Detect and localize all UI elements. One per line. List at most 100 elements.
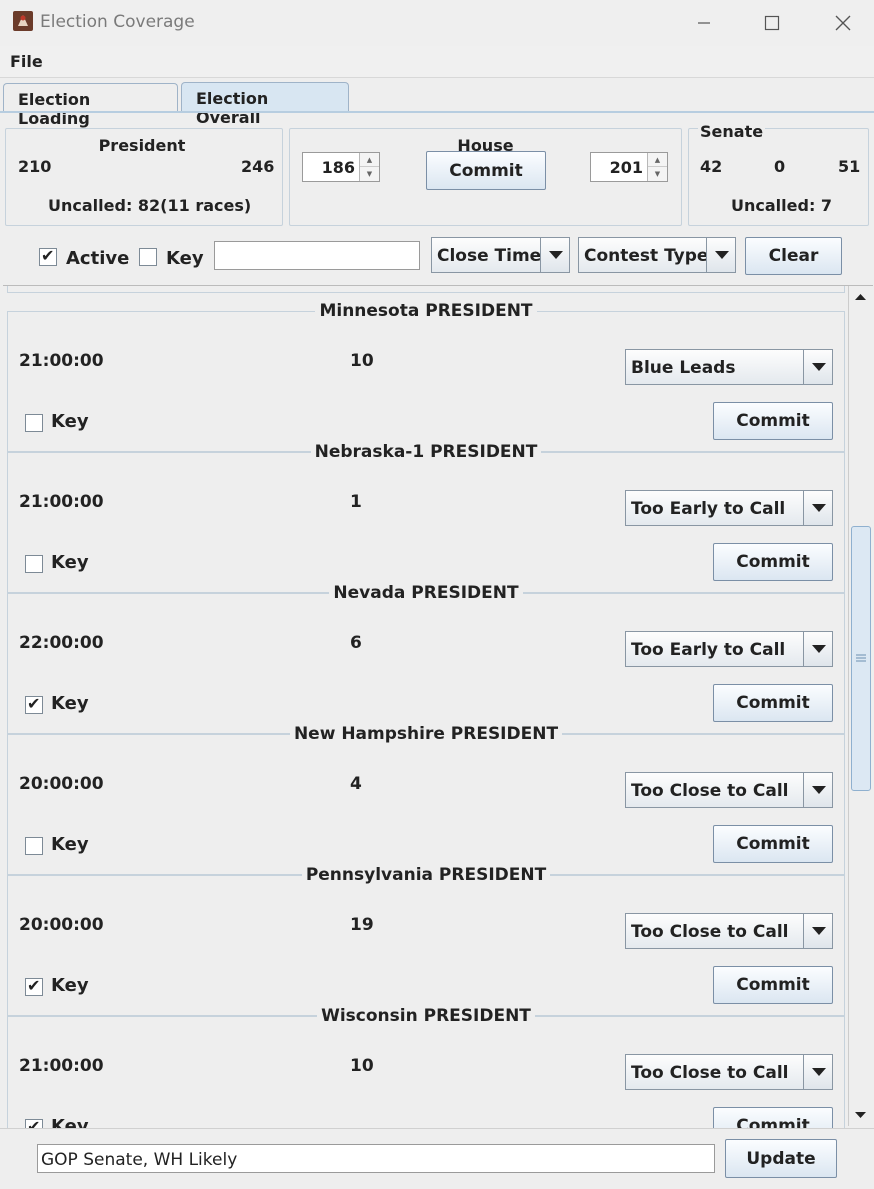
race-list[interactable]: Minnesota PRESIDENT 21:00:00 10 Blue Lea…: [3, 285, 873, 1128]
race-status-dropdown[interactable]: Too Early to Call: [625, 490, 833, 526]
race-electoral-votes: 10: [350, 1056, 374, 1076]
race-key-checkbox[interactable]: [25, 555, 43, 573]
vertical-scrollbar[interactable]: [848, 286, 872, 1126]
race-title: Wisconsin PRESIDENT: [317, 1006, 535, 1026]
race-title: New Hampshire PRESIDENT: [289, 724, 563, 744]
race-status-dropdown[interactable]: Too Close to Call: [625, 772, 833, 808]
race-status-dropdown[interactable]: Too Early to Call: [625, 631, 833, 667]
senate-uncalled: Uncalled: 7: [731, 196, 833, 215]
house-dem-spinner[interactable]: 186 ▲ ▼: [302, 152, 380, 182]
close-time-dropdown[interactable]: Close Time: [431, 237, 570, 273]
app-java-icon: [12, 10, 34, 32]
spinner-up-icon[interactable]: ▲: [648, 153, 667, 167]
race-panel: Wisconsin PRESIDENT 21:00:00 10 Too Clos…: [7, 1006, 845, 1128]
headline-input[interactable]: GOP Senate, WH Likely: [37, 1144, 715, 1173]
race-panel: New Hampshire PRESIDENT 20:00:00 4 Too C…: [7, 724, 845, 875]
race-commit-button[interactable]: Commit: [713, 825, 833, 863]
senate-panel: Senate 42 0 51 Uncalled: 7: [688, 122, 869, 226]
race-commit-button[interactable]: Commit: [713, 402, 833, 440]
chevron-down-icon[interactable]: [803, 914, 832, 948]
chevron-down-icon[interactable]: [706, 238, 735, 272]
race-commit-button[interactable]: Commit: [713, 966, 833, 1004]
spinner-up-icon[interactable]: ▲: [360, 153, 379, 167]
president-panel: President 210 246 Uncalled: 82(11 races): [5, 128, 283, 226]
race-close-time: 20:00:00: [19, 774, 104, 794]
race-panel: Pennsylvania PRESIDENT 20:00:00 19 Too C…: [7, 865, 845, 1016]
race-electoral-votes: 19: [350, 915, 374, 935]
president-gop-count: 246: [241, 157, 275, 176]
race-commit-button[interactable]: Commit: [713, 1107, 833, 1128]
race-electoral-votes: 1: [350, 492, 362, 512]
chevron-down-icon[interactable]: [803, 491, 832, 525]
race-panel: Nevada PRESIDENT 22:00:00 6 Too Early to…: [7, 583, 845, 734]
race-panel: Minnesota PRESIDENT 21:00:00 10 Blue Lea…: [7, 301, 845, 452]
window-title: Election Coverage: [40, 12, 195, 32]
president-title: President: [98, 136, 186, 155]
chevron-down-icon[interactable]: [540, 238, 569, 272]
race-commit-button[interactable]: Commit: [713, 543, 833, 581]
race-status-dropdown[interactable]: Too Close to Call: [625, 913, 833, 949]
house-panel: House 186 ▲ ▼ Commit 201 ▲ ▼: [289, 128, 682, 226]
race-electoral-votes: 10: [350, 351, 374, 371]
race-key-checkbox[interactable]: [25, 837, 43, 855]
race-electoral-votes: 6: [350, 633, 362, 653]
senate-ind-count: 0: [774, 157, 786, 176]
clear-button[interactable]: Clear: [745, 237, 842, 275]
race-key-label: Key: [51, 693, 89, 714]
race-electoral-votes: 4: [350, 774, 362, 794]
race-key-label: Key: [51, 1116, 89, 1128]
minimize-button[interactable]: [681, 6, 727, 40]
senate-gop-count: 51: [838, 157, 861, 176]
race-panel: Nebraska-1 PRESIDENT 21:00:00 1 Too Earl…: [7, 442, 845, 593]
house-commit-button[interactable]: Commit: [426, 151, 546, 190]
president-uncalled: Uncalled: 82(11 races): [48, 196, 252, 215]
house-gop-spinner[interactable]: 201 ▲ ▼: [590, 152, 668, 182]
tab-election-overall[interactable]: Election Overall: [181, 82, 349, 127]
race-title: Nebraska-1 PRESIDENT: [310, 442, 542, 462]
close-button[interactable]: [820, 6, 866, 40]
chevron-down-icon[interactable]: [803, 1055, 832, 1089]
race-key-checkbox[interactable]: [25, 414, 43, 432]
race-key-checkbox[interactable]: ✔: [25, 1117, 43, 1128]
race-key-checkbox[interactable]: ✔: [25, 694, 43, 714]
race-status-dropdown[interactable]: Too Close to Call: [625, 1054, 833, 1090]
spinner-down-icon[interactable]: ▼: [648, 167, 667, 181]
scroll-up-icon[interactable]: [849, 286, 872, 308]
key-filter-label: Key: [166, 248, 204, 269]
chevron-down-icon[interactable]: [803, 632, 832, 666]
menu-bar: File: [0, 46, 874, 78]
race-key-label: Key: [51, 411, 89, 432]
scroll-down-icon[interactable]: [849, 1104, 872, 1126]
filter-search-input[interactable]: [214, 241, 420, 270]
key-filter-checkbox[interactable]: [139, 248, 157, 266]
chevron-down-icon[interactable]: [803, 773, 832, 807]
tab-election-loading[interactable]: Election Loading: [3, 83, 178, 128]
race-key-checkbox[interactable]: ✔: [25, 976, 43, 996]
update-button[interactable]: Update: [725, 1139, 837, 1178]
title-bar: Election Coverage: [0, 0, 874, 46]
maximize-button[interactable]: [749, 6, 795, 40]
race-close-time: 21:00:00: [19, 492, 104, 512]
tab-divider: [0, 111, 874, 113]
menu-file[interactable]: File: [10, 52, 43, 71]
contest-type-dropdown[interactable]: Contest Type: [578, 237, 736, 273]
spinner-down-icon[interactable]: ▼: [360, 167, 379, 181]
scrollbar-thumb[interactable]: [851, 526, 871, 791]
race-close-time: 22:00:00: [19, 633, 104, 653]
house-dem-value: 186: [321, 158, 355, 177]
race-title: Pennsylvania PRESIDENT: [301, 865, 551, 885]
race-status-dropdown[interactable]: Blue Leads: [625, 349, 833, 385]
active-label: Active: [66, 248, 130, 269]
active-checkbox[interactable]: ✔: [39, 246, 57, 266]
senate-title: Senate: [698, 122, 766, 141]
race-close-time: 20:00:00: [19, 915, 104, 935]
race-title: Minnesota PRESIDENT: [315, 301, 537, 321]
race-key-label: Key: [51, 975, 89, 996]
race-close-time: 21:00:00: [19, 351, 104, 371]
race-title: Nevada PRESIDENT: [329, 583, 523, 603]
chevron-down-icon[interactable]: [803, 350, 832, 384]
race-key-label: Key: [51, 552, 89, 573]
partial-race-panel: [7, 286, 845, 293]
tab-strip: Election Loading Election Overall: [0, 79, 874, 128]
race-commit-button[interactable]: Commit: [713, 684, 833, 722]
